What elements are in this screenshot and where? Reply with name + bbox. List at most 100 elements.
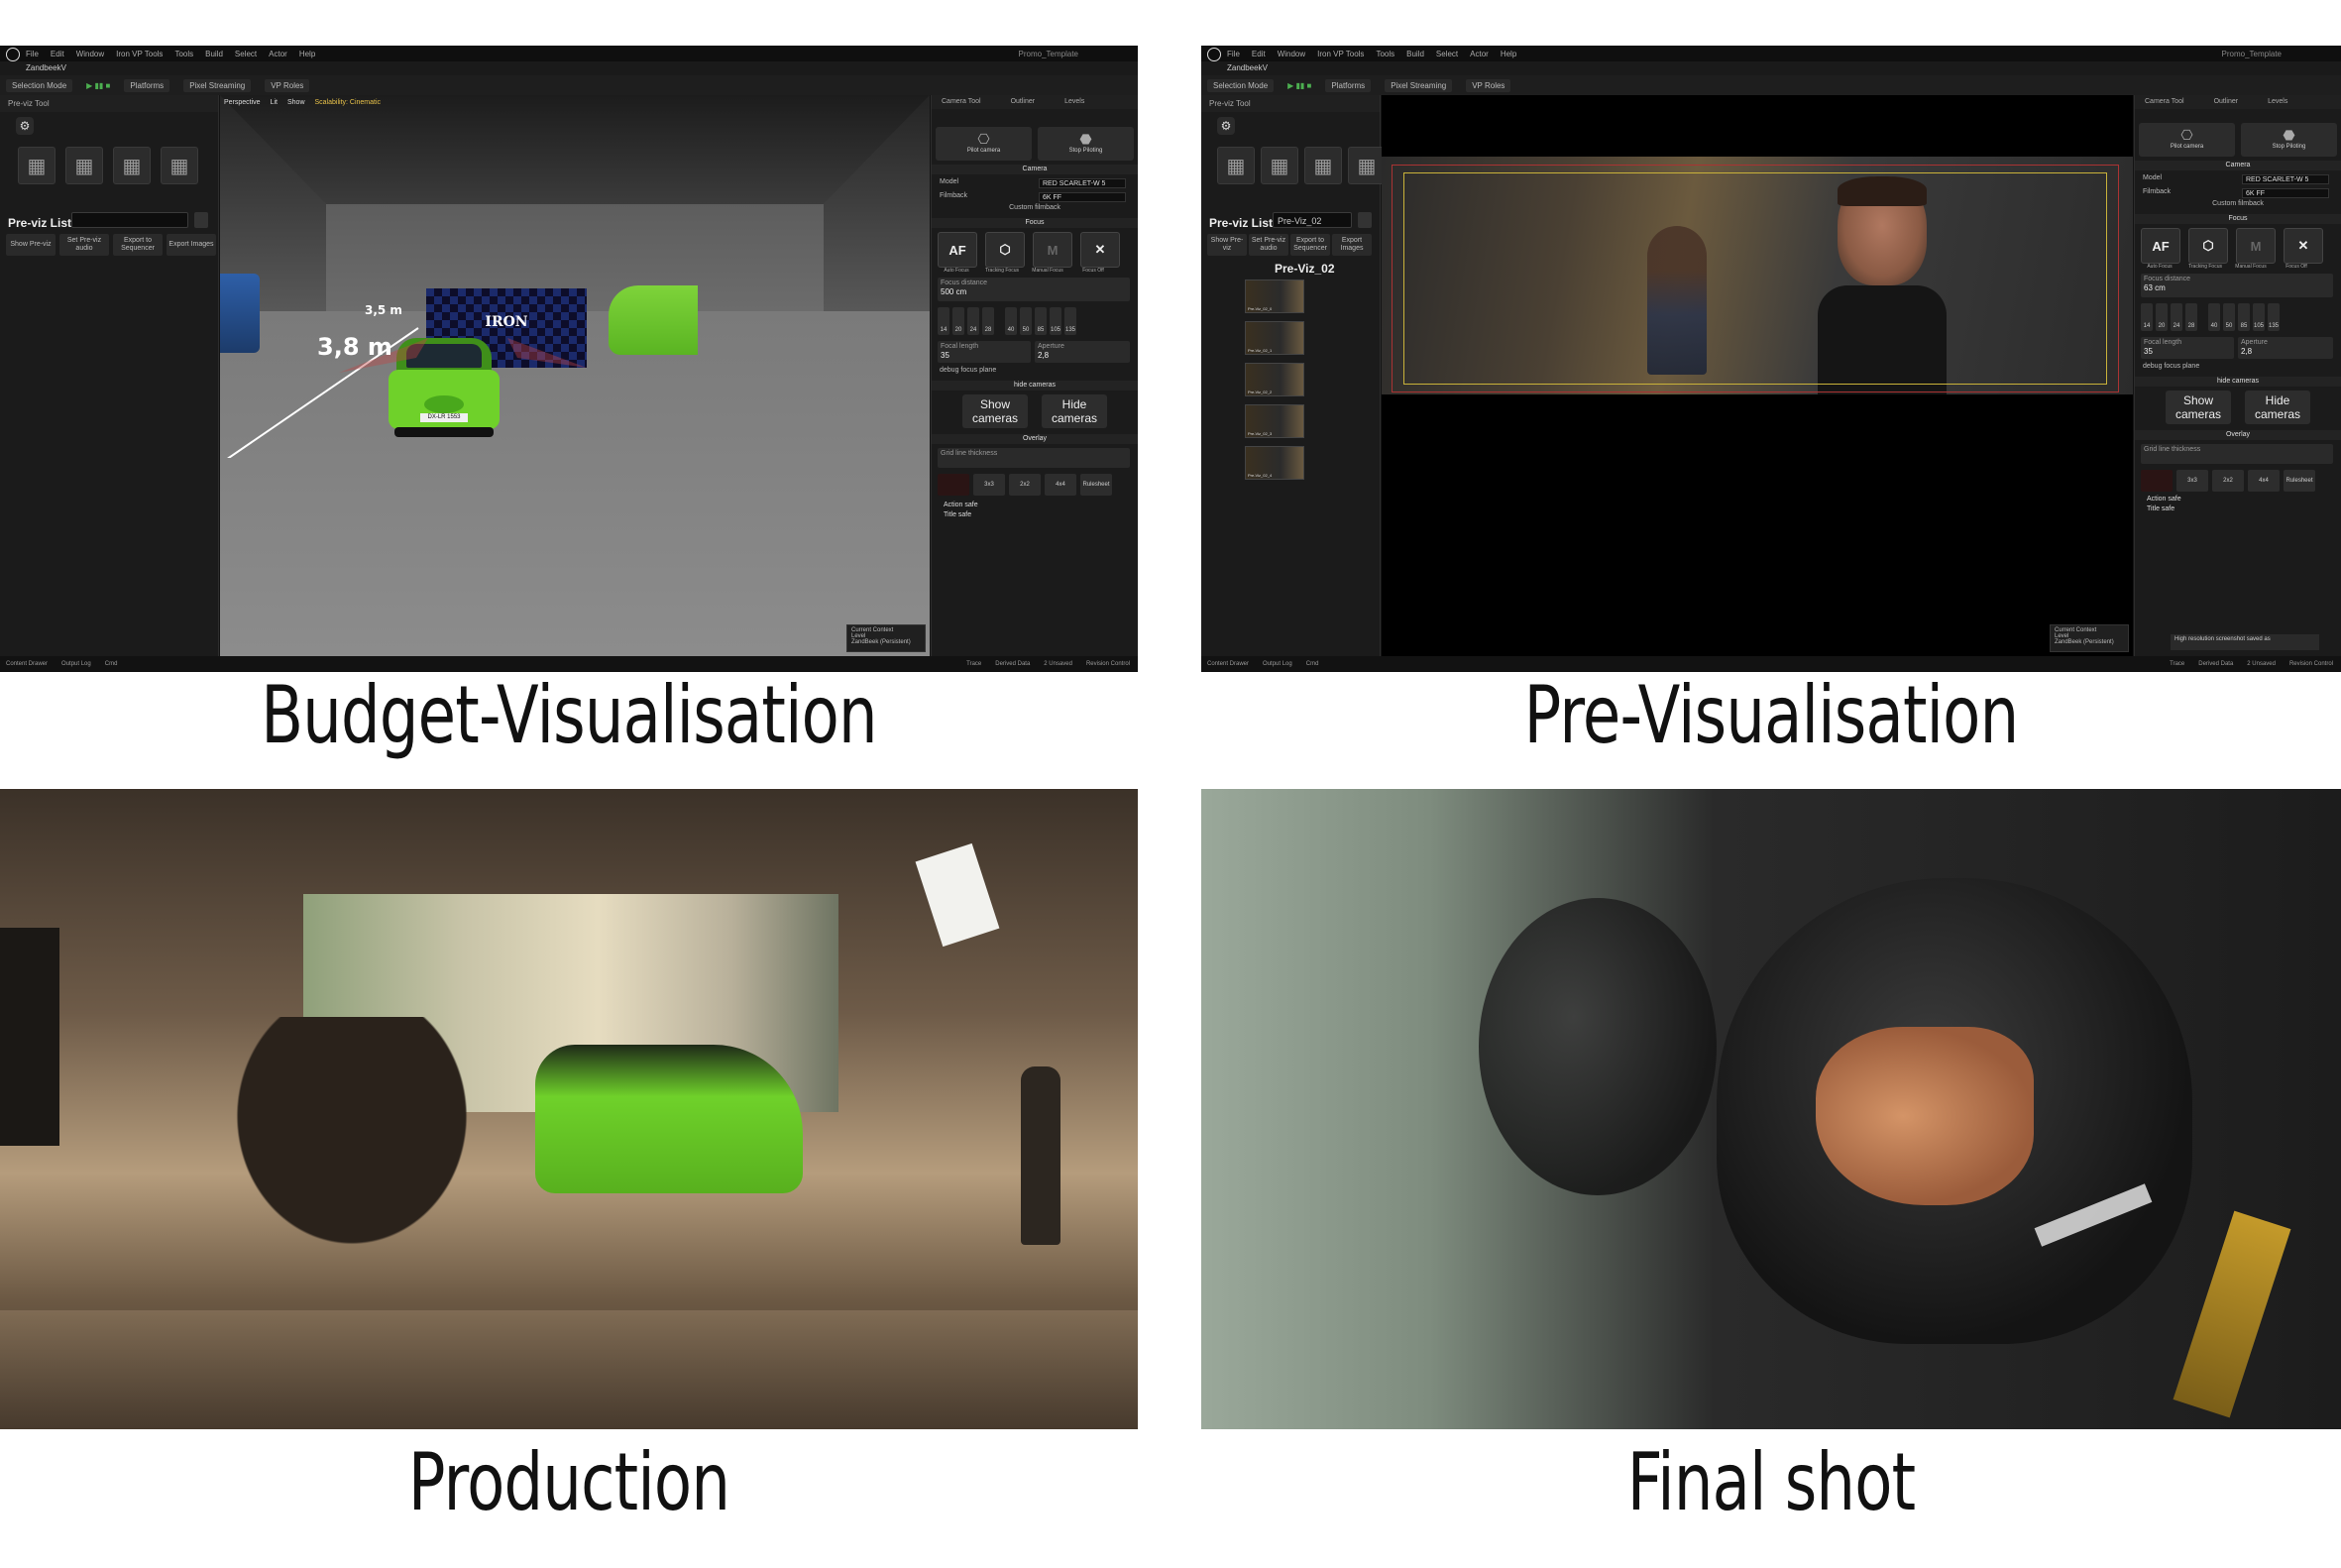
aperture-field[interactable]: Aperture 2,8 (2238, 337, 2333, 359)
auto-focus-button[interactable]: AF (938, 232, 977, 268)
menu-build[interactable]: Build (205, 50, 223, 58)
title-safe-checkbox[interactable]: Title safe (2147, 505, 2174, 512)
unsaved-button[interactable]: 2 Unsaved (1044, 661, 1072, 667)
vp-roles-button[interactable]: VP Roles (1466, 78, 1511, 92)
menu-tools[interactable]: Tools (174, 50, 193, 58)
menu-window[interactable]: Window (76, 50, 104, 58)
menu-select[interactable]: Select (1436, 50, 1458, 58)
grid-line-thickness-field[interactable]: Grid line thickness (2141, 444, 2333, 464)
lens-105[interactable]: 105 (2253, 303, 2265, 331)
rulesheet-button[interactable]: Rulesheet (1080, 474, 1112, 496)
tab-camera-tool[interactable]: Camera Tool (942, 95, 981, 109)
lens-14[interactable]: 14 (2141, 303, 2153, 331)
focus-section[interactable]: Focus (932, 218, 1138, 228)
aperture-field[interactable]: Aperture 2,8 (1035, 341, 1130, 363)
show-cameras-button[interactable]: Show cameras (962, 394, 1028, 428)
export-images-button[interactable]: Export Images (167, 234, 216, 256)
lens-28[interactable]: 28 (2185, 303, 2197, 331)
stop-piloting-button[interactable]: ⬣ Stop Piloting (1038, 127, 1134, 161)
play-icon[interactable]: ▶ ▮▮ ■ (86, 81, 110, 90)
pre-viz-thumbnail[interactable]: Pre-Viz_02_3 (1245, 404, 1304, 438)
grid-line-thickness-field[interactable]: Grid line thickness (938, 448, 1130, 468)
menu-iron-vp-tools[interactable]: Iron VP Tools (116, 50, 163, 58)
output-log-button[interactable]: Output Log (1263, 661, 1292, 667)
lens-135[interactable]: 135 (1064, 307, 1076, 335)
rulesheet-button[interactable]: Rulesheet (2284, 470, 2315, 492)
camera-section[interactable]: Camera (2135, 161, 2341, 170)
custom-filmback-label[interactable]: Custom filmback (2143, 200, 2333, 212)
manual-focus-button[interactable]: M (2236, 228, 2276, 264)
content-drawer-button[interactable]: Content Drawer (1207, 661, 1249, 667)
camera-section[interactable]: Camera (932, 165, 1138, 174)
pre-viz-thumbnail[interactable]: Pre-Viz_02_1 (1245, 321, 1304, 355)
pixel-streaming-button[interactable]: Pixel Streaming (1385, 78, 1453, 92)
pre-viz-thumbnail[interactable]: Pre-Viz_02_4 (1245, 446, 1304, 480)
menu-help[interactable]: Help (299, 50, 315, 58)
selection-mode-button[interactable]: Selection Mode (6, 78, 73, 92)
debug-focus-plane-toggle[interactable]: debug focus plane (940, 367, 1130, 379)
pre-viz-thumbnail[interactable]: Pre-Viz_02_2 (1245, 363, 1304, 396)
lens-40[interactable]: 40 (1005, 307, 1017, 335)
remove-capture-icon[interactable]: ▦ (1261, 147, 1298, 184)
lens-135[interactable]: 135 (2268, 303, 2280, 331)
settings-gear-icon[interactable]: ⚙ (16, 117, 34, 135)
pixel-streaming-button[interactable]: Pixel Streaming (183, 78, 252, 92)
hide-cameras-section[interactable]: hide cameras (2135, 377, 2341, 387)
grid-2x2-button[interactable]: 2x2 (1009, 474, 1041, 496)
auto-focus-button[interactable]: AF (2141, 228, 2180, 264)
cmd-input[interactable]: Cmd (105, 661, 118, 667)
menu-actor[interactable]: Actor (1470, 50, 1489, 58)
capture-icon[interactable]: ▦ (18, 147, 56, 184)
lens-50[interactable]: 50 (1020, 307, 1032, 335)
play-icon[interactable]: ▶ ▮▮ ■ (1287, 81, 1311, 90)
menu-edit[interactable]: Edit (1252, 50, 1266, 58)
custom-filmback-label[interactable]: Custom filmback (940, 204, 1130, 216)
menu-tools[interactable]: Tools (1376, 50, 1394, 58)
hide-cameras-section[interactable]: hide cameras (932, 381, 1138, 391)
show-pre-viz-button[interactable]: Show Pre-viz (6, 234, 56, 256)
lens-14[interactable]: 14 (938, 307, 949, 335)
menu-help[interactable]: Help (1501, 50, 1516, 58)
menu-build[interactable]: Build (1406, 50, 1424, 58)
hide-cameras-button[interactable]: Hide cameras (1042, 394, 1107, 428)
focus-distance-field[interactable]: Focus distance 500 cm (938, 278, 1130, 301)
refresh-capture-icon[interactable]: ▦ (1304, 147, 1342, 184)
lens-20[interactable]: 20 (952, 307, 964, 335)
menu-select[interactable]: Select (235, 50, 257, 58)
hide-cameras-button[interactable]: Hide cameras (2245, 391, 2310, 424)
platforms-button[interactable]: Platforms (124, 78, 170, 92)
trace-button[interactable]: Trace (2170, 661, 2184, 667)
menu-edit[interactable]: Edit (51, 50, 64, 58)
derived-data-button[interactable]: Derived Data (995, 661, 1030, 667)
stop-piloting-button[interactable]: ⬣ Stop Piloting (2241, 123, 2337, 157)
focus-section[interactable]: Focus (2135, 214, 2341, 224)
tracking-focus-button[interactable]: ⬡ (2188, 228, 2228, 264)
lens-85[interactable]: 85 (2238, 303, 2250, 331)
settings-gear-icon[interactable]: ⚙ (1217, 117, 1235, 135)
project-tab[interactable]: ZandbeekV (0, 61, 1138, 75)
menu-actor[interactable]: Actor (269, 50, 287, 58)
output-log-button[interactable]: Output Log (61, 661, 91, 667)
tab-outliner[interactable]: Outliner (1011, 95, 1036, 109)
lens-24[interactable]: 24 (967, 307, 979, 335)
lens-50[interactable]: 50 (2223, 303, 2235, 331)
pre-viz-refresh-button[interactable] (194, 212, 208, 228)
show-pre-viz-button[interactable]: Show Pre-viz (1207, 234, 1247, 256)
focal-length-field[interactable]: Focal length 35 (2141, 337, 2234, 359)
pre-viz-refresh-button[interactable] (1358, 212, 1372, 228)
focus-off-button[interactable]: ✕ (1080, 232, 1120, 268)
grid-off-button[interactable] (938, 474, 969, 496)
pre-viz-select[interactable]: Pre-Viz_02 (1273, 212, 1352, 228)
revision-control-button[interactable]: Revision Control (1086, 661, 1138, 667)
tab-levels[interactable]: Levels (2268, 95, 2287, 109)
lens-28[interactable]: 28 (982, 307, 994, 335)
menu-file[interactable]: File (26, 50, 39, 58)
focus-off-button[interactable]: ✕ (2284, 228, 2323, 264)
overlay-section[interactable]: Overlay (2135, 430, 2341, 440)
derived-data-button[interactable]: Derived Data (2198, 661, 2233, 667)
menu-iron-vp-tools[interactable]: Iron VP Tools (1317, 50, 1364, 58)
focal-length-field[interactable]: Focal length 35 (938, 341, 1031, 363)
tab-levels[interactable]: Levels (1064, 95, 1084, 109)
lens-20[interactable]: 20 (2156, 303, 2168, 331)
content-drawer-button[interactable]: Content Drawer (6, 661, 48, 667)
